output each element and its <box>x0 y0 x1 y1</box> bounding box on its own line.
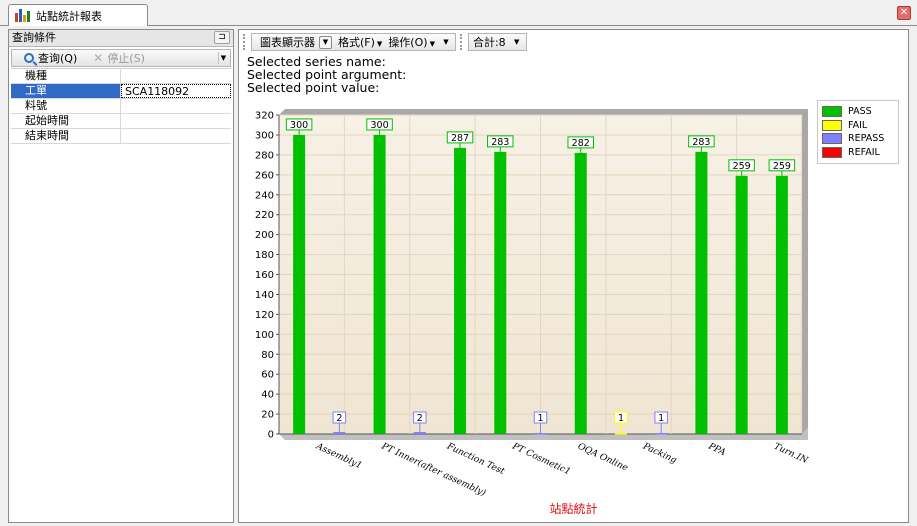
close-tab-button[interactable]: ✕ <box>897 6 911 20</box>
query-toolbar: 查询(Q) ✕ 停止(S) ▼ <box>11 49 231 67</box>
x-tick-label: OQA Online <box>576 442 629 474</box>
field-value[interactable] <box>121 129 231 143</box>
report-tab-label: 站點統計報表 <box>36 9 102 23</box>
chart-legend: PASS FAIL REPASS REFAIL <box>817 100 899 164</box>
data-label: 300 <box>371 120 389 131</box>
y-tick-label: 20 <box>261 410 274 421</box>
legend-item-fail[interactable]: FAIL <box>822 119 894 133</box>
y-tick-label: 260 <box>255 170 274 181</box>
y-tick-label: 120 <box>255 310 274 321</box>
report-tab[interactable]: 站點統計報表 <box>8 4 148 26</box>
data-label: 1 <box>618 413 624 424</box>
field-label: 工單 <box>11 84 121 98</box>
data-label: 259 <box>773 161 791 172</box>
field-row-model[interactable]: 機種 <box>11 69 231 84</box>
y-tick-label: 60 <box>261 370 274 381</box>
query-property-grid: 機種 工單 SCA118092 料號 起始時間 結束時間 <box>11 68 231 144</box>
bar-chart-icon <box>15 9 32 22</box>
y-tick-label: 0 <box>268 430 274 441</box>
data-label: 2 <box>336 413 342 424</box>
chart-title: 站點統計 <box>549 502 598 516</box>
field-row-start-time[interactable]: 起始時間 <box>11 114 231 129</box>
y-tick-label: 240 <box>255 190 274 201</box>
field-label: 結束時間 <box>11 129 121 143</box>
field-label: 料號 <box>11 99 121 113</box>
data-label: 283 <box>692 137 710 148</box>
x-tick-label: PT Cosmetic1 <box>510 441 572 477</box>
bar-pass <box>695 151 708 434</box>
legend-swatch-refail <box>822 146 842 158</box>
query-button-label: 查询(Q) <box>38 52 78 65</box>
legend-item-repass[interactable]: REPASS <box>822 132 894 146</box>
y-tick-label: 220 <box>255 210 274 221</box>
y-tick-label: 280 <box>255 150 274 161</box>
stop-button[interactable]: ✕ 停止(S) <box>93 50 145 66</box>
legend-label: REFAIL <box>848 146 880 158</box>
y-tick-label: 80 <box>261 350 274 361</box>
bar-pass <box>574 152 587 434</box>
bar-pass <box>775 175 788 434</box>
bar-pass <box>293 134 306 434</box>
data-label: 259 <box>733 161 751 172</box>
data-label: 1 <box>658 413 664 424</box>
stop-icon: ✕ <box>93 51 104 65</box>
data-label: 282 <box>572 138 590 149</box>
field-label: 起始時間 <box>11 114 121 128</box>
x-tick-label: Assembly1 <box>314 441 364 471</box>
legend-label: REPASS <box>848 133 885 145</box>
x-tick-label: Function Test <box>444 441 506 477</box>
query-button[interactable]: 查询(Q) <box>24 50 77 66</box>
field-row-end-time[interactable]: 結束時間 <box>11 129 231 144</box>
field-row-part-number[interactable]: 料號 <box>11 99 231 114</box>
legend-label: PASS <box>848 106 872 118</box>
field-row-work-order[interactable]: 工單 SCA118092 <box>11 84 231 99</box>
y-tick-label: 320 <box>255 111 274 122</box>
field-value[interactable] <box>121 99 231 113</box>
y-tick-label: 300 <box>255 130 274 141</box>
data-label: 287 <box>451 133 469 144</box>
legend-item-refail[interactable]: REFAIL <box>822 146 894 160</box>
pin-icon[interactable]: ⊐ <box>214 31 230 44</box>
search-icon <box>24 53 34 63</box>
chart-panel: 圖表顯示器 ▼ 格式(F) ▼ 操作(O) ▼ ▼ 合計:8 ▼ Selected … <box>238 29 909 523</box>
y-tick-label: 100 <box>255 330 274 341</box>
legend-swatch-fail <box>822 119 842 131</box>
field-label: 機種 <box>11 69 121 83</box>
y-tick-label: 160 <box>255 270 274 281</box>
y-tick-label: 40 <box>261 390 274 401</box>
field-value[interactable] <box>121 69 231 83</box>
field-value[interactable] <box>121 114 231 128</box>
document-tab-strip: 站點統計報表 ✕ <box>0 0 917 26</box>
data-label: 2 <box>417 413 423 424</box>
legend-label: FAIL <box>848 119 868 131</box>
x-tick-label: Turn.IN <box>772 442 810 467</box>
x-tick-label: Packing <box>640 441 678 466</box>
legend-swatch-pass <box>822 106 842 118</box>
query-panel: 查詢條件 ⊐ 查询(Q) ✕ 停止(S) ▼ 機種 工單 SCA118092 料… <box>8 29 234 523</box>
data-label: 1 <box>537 413 543 424</box>
bar-pass <box>454 147 467 434</box>
x-tick-label: PPA <box>706 441 728 458</box>
data-label: 283 <box>491 137 509 148</box>
query-panel-title: 查詢條件 <box>12 31 56 44</box>
bar-pass <box>494 151 507 434</box>
x-tick-label: PT Inner(after assembly) <box>379 440 488 499</box>
work-order-input[interactable]: SCA118092 <box>121 84 231 98</box>
station-bar-chart[interactable]: 0 20 40 60 80 100 120 140 160 180 200 220 240 260 280 3… <box>239 30 908 522</box>
query-panel-header: 查詢條件 ⊐ <box>9 30 233 47</box>
y-tick-label: 200 <box>255 230 274 241</box>
toolbar-overflow-dropdown[interactable]: ▼ <box>218 52 228 64</box>
data-label: 300 <box>290 120 308 131</box>
legend-swatch-repass <box>822 133 842 145</box>
legend-item-pass[interactable]: PASS <box>822 105 894 119</box>
y-tick-label: 180 <box>255 250 274 261</box>
bar-pass <box>373 134 386 434</box>
stop-button-label: 停止(S) <box>107 52 145 65</box>
y-tick-label: 140 <box>255 290 274 301</box>
bar-pass <box>735 175 748 434</box>
